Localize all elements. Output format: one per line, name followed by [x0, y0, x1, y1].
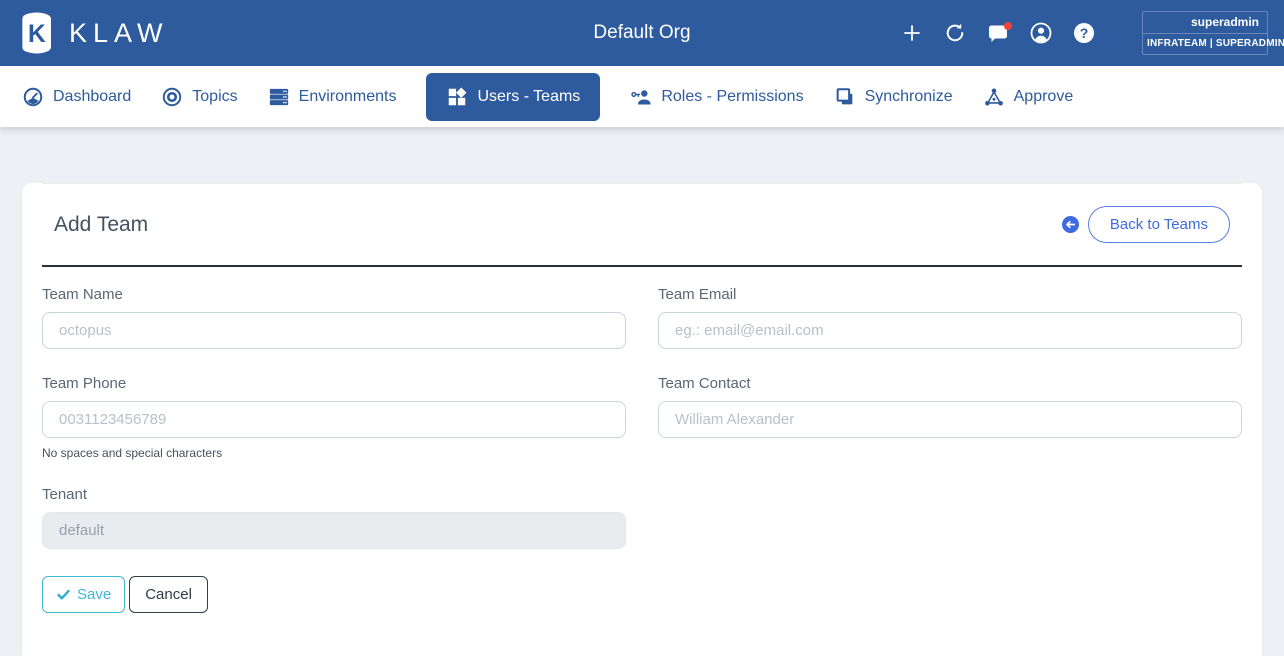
tab-label: Environments — [298, 87, 397, 105]
help-icon[interactable]: ? — [1072, 21, 1096, 45]
tab-label: Approve — [1013, 87, 1074, 105]
save-button[interactable]: Save — [42, 576, 126, 613]
tab-roles-permissions[interactable]: Roles - Permissions — [630, 86, 804, 108]
team-name-field: Team Name — [42, 286, 626, 349]
tab-label: Roles - Permissions — [661, 87, 804, 105]
user-info-box[interactable]: superadmin INFRATEAM | SUPERADMIN — [1142, 11, 1284, 55]
cancel-button[interactable]: Cancel — [129, 576, 208, 613]
page-title: Add Team — [54, 212, 149, 236]
tab-label: Topics — [192, 87, 238, 105]
svg-text:K: K — [28, 21, 46, 48]
back-arrow-circle-icon[interactable] — [1061, 216, 1079, 233]
tab-topics[interactable]: Topics — [161, 86, 238, 108]
primary-nav: Dashboard Topics Environments Users - Te… — [0, 66, 1284, 127]
team-phone-helper: No spaces and special characters — [42, 446, 223, 460]
app-header: K KLAW Default Org ? superadmin INFRATEA… — [0, 0, 1284, 66]
tab-label: Users - Teams — [477, 87, 581, 105]
card-header: Add Team Back to Teams — [42, 184, 1242, 265]
notification-badge-dot — [1004, 22, 1012, 30]
klaw-logo-icon: K — [16, 11, 56, 55]
team-email-label: Team Email — [658, 286, 737, 303]
team-name-label: Team Name — [42, 286, 123, 303]
tab-approve[interactable]: Approve — [983, 86, 1074, 108]
tab-dashboard[interactable]: Dashboard — [22, 86, 131, 108]
form-buttons-row: Save Cancel — [42, 576, 1242, 613]
org-title: Default Org — [593, 22, 691, 43]
user-team-role: INFRATEAM | SUPERADMIN — [1143, 33, 1284, 54]
tab-label: Synchronize — [864, 87, 953, 105]
approve-hub-icon — [983, 86, 1005, 108]
tenant-label: Tenant — [42, 486, 88, 503]
tab-users-teams[interactable]: Users - Teams — [426, 72, 601, 121]
team-contact-field: Team Contact — [658, 375, 1242, 460]
add-team-card: Add Team Back to Teams Team Name Team Em… — [22, 183, 1262, 656]
synchronize-icon — [834, 86, 856, 108]
back-to-teams-button[interactable]: Back to Teams — [1087, 206, 1230, 243]
dashboard-gauge-icon — [22, 86, 44, 108]
brand[interactable]: K KLAW — [16, 11, 169, 55]
team-email-input[interactable] — [658, 312, 1242, 349]
back-to-teams-group: Back to Teams — [1061, 206, 1230, 243]
refresh-icon[interactable] — [943, 21, 967, 45]
tab-label: Dashboard — [53, 87, 132, 105]
tab-synchronize[interactable]: Synchronize — [834, 86, 953, 108]
account-icon[interactable] — [1029, 21, 1053, 45]
chat-notification-icon[interactable] — [986, 21, 1012, 45]
users-teams-widgets-icon — [446, 86, 468, 108]
svg-text:?: ? — [1080, 25, 1089, 41]
brand-name: KLAW — [69, 17, 169, 48]
team-contact-label: Team Contact — [658, 375, 751, 392]
tab-environments[interactable]: Environments — [268, 86, 397, 108]
team-contact-input[interactable] — [658, 401, 1242, 438]
add-team-form: Team Name Team Email Team Phone No space… — [42, 267, 1242, 613]
user-name: superadmin — [1190, 15, 1259, 29]
tenant-field: Tenant — [42, 486, 626, 549]
team-name-input[interactable] — [42, 312, 626, 349]
tenant-input — [42, 512, 626, 549]
add-icon[interactable] — [900, 21, 924, 45]
header-actions: ? superadmin INFRATEAM | SUPERADMIN — [900, 11, 1284, 55]
check-icon — [56, 587, 71, 602]
environments-server-icon — [268, 86, 290, 108]
save-button-label: Save — [77, 586, 112, 603]
team-phone-field: Team Phone No spaces and special charact… — [42, 375, 626, 460]
topics-target-icon — [161, 86, 183, 108]
team-phone-input[interactable] — [42, 401, 626, 438]
main-area: Add Team Back to Teams Team Name Team Em… — [0, 127, 1284, 656]
roles-permissions-icon — [630, 86, 652, 108]
team-email-field: Team Email — [658, 286, 1242, 349]
team-phone-label: Team Phone — [42, 375, 127, 392]
